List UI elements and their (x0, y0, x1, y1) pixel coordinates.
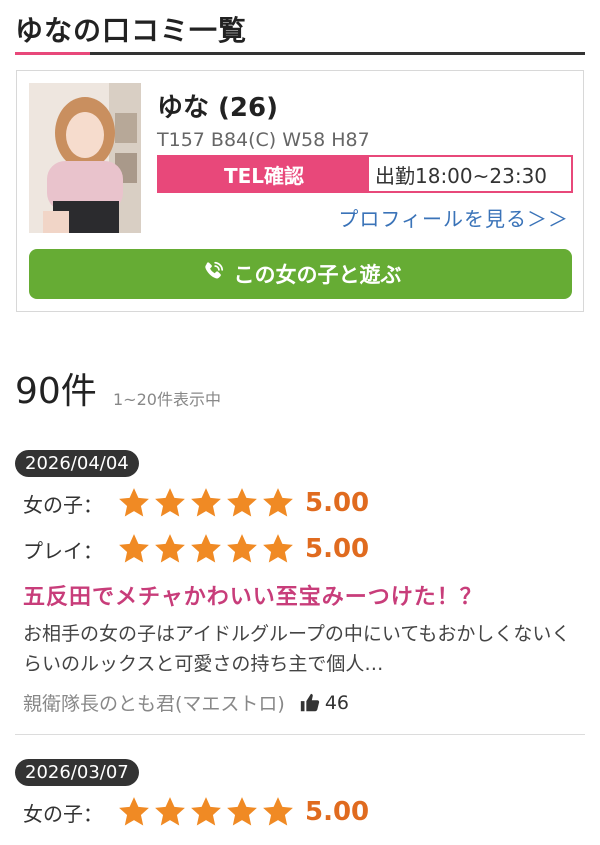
display-range: 1~20件表示中 (113, 390, 221, 409)
girl-rating-label: 女の子： (23, 492, 103, 517)
star-icon (155, 488, 185, 517)
review-date: 2026/04/04 (15, 450, 139, 477)
girl-score: 5.00 (305, 797, 370, 827)
profile-link[interactable]: プロフィールを見る＞＞ (338, 203, 569, 232)
star-icon (227, 797, 257, 826)
star-icon (191, 488, 221, 517)
thumbs-up-icon (300, 693, 319, 711)
review-date: 2026/03/07 (15, 759, 139, 786)
profile-photo[interactable] (29, 83, 141, 233)
girl-rating-row: 女の子： 5.00 (15, 483, 585, 523)
girl-stats: T157 B84(C) W58 H87 (157, 129, 370, 151)
girl-score: 5.00 (305, 488, 370, 518)
star-icon (119, 534, 149, 563)
phone-icon (200, 259, 226, 290)
review-count: 90件 (15, 371, 97, 412)
star-icon (191, 797, 221, 826)
review-title[interactable]: 五反田でメチャかわいい至宝みーつけた！？ (15, 579, 585, 611)
star-icon (263, 534, 293, 563)
review-count-row: 90件 1~20件表示中 (15, 362, 585, 412)
like-count: 46 (324, 691, 350, 714)
tel-box: TEL確認 出勤18:00~23:30 (157, 155, 573, 193)
star-icon (227, 488, 257, 517)
star-icon (155, 797, 185, 826)
girl-rating-label: 女の子： (23, 801, 103, 826)
call-button[interactable]: この女の子と遊ぶ (29, 249, 572, 299)
profile-card: ゆな (26) T157 B84(C) W58 H87 TEL確認 出勤18:0… (16, 70, 584, 312)
star-icon (263, 797, 293, 826)
star-icon (263, 488, 293, 517)
star-icon (155, 534, 185, 563)
review-item[interactable]: 2026/03/07 女の子： 5.00 (15, 759, 585, 832)
play-stars (117, 532, 295, 566)
star-icon (191, 534, 221, 563)
review-divider (15, 734, 585, 735)
play-rating-label: プレイ： (23, 538, 103, 563)
review-item[interactable]: 2026/04/04 女の子： 5.00 プレイ： 5.00 五反田でメチャかわ… (15, 450, 585, 716)
play-score: 5.00 (305, 534, 370, 564)
girl-stars (117, 486, 295, 520)
review-author: 親衛隊長のとも君(マエストロ) (23, 693, 285, 715)
review-meta: 親衛隊長のとも君(マエストロ) 46 (15, 689, 585, 716)
girl-stars (117, 795, 295, 829)
girl-name: ゆな (26) (157, 93, 278, 123)
page-title: ゆなの口コミ一覧 (15, 14, 248, 47)
header-rule (15, 52, 585, 55)
star-icon (119, 797, 149, 826)
play-rating-row: プレイ： 5.00 (15, 529, 585, 569)
girl-rating-row: 女の子： 5.00 (15, 792, 585, 832)
star-icon (227, 534, 257, 563)
star-icon (119, 488, 149, 517)
page-header: ゆなの口コミ一覧 (15, 12, 585, 55)
review-body: お相手の女の子はアイドルグループの中にいてもおかしくないくらいのルックスと可愛さ… (23, 623, 571, 675)
like-button[interactable]: 46 (299, 692, 349, 714)
tel-confirm-button[interactable]: TEL確認 (159, 157, 369, 191)
header-accent (15, 52, 90, 55)
call-label: この女の子と遊ぶ (233, 263, 402, 287)
work-hours: 出勤18:00~23:30 (375, 163, 548, 188)
